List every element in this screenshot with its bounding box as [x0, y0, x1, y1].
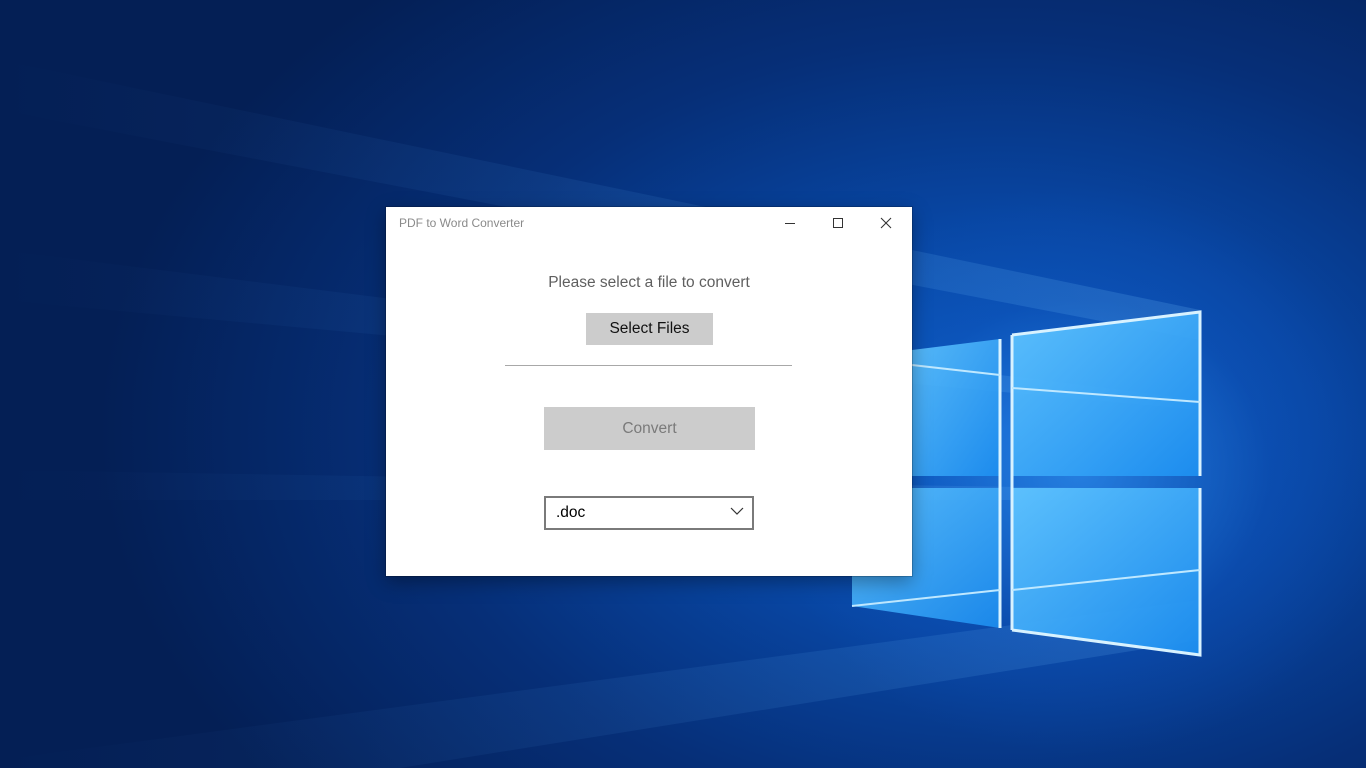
title-bar[interactable]: PDF to Word Converter — [386, 207, 912, 239]
convert-button[interactable]: Convert — [544, 407, 755, 450]
minimize-icon — [785, 223, 795, 224]
chevron-down-icon — [730, 507, 744, 515]
format-selected-value: .doc — [556, 504, 586, 521]
instruction-text: Please select a file to convert — [548, 274, 750, 291]
window-title: PDF to Word Converter — [399, 216, 525, 230]
app-window: PDF to Word Converter Please select a fi… — [386, 207, 912, 576]
divider — [505, 365, 792, 366]
close-button[interactable] — [863, 207, 909, 239]
maximize-button[interactable] — [815, 207, 861, 239]
select-files-button[interactable]: Select Files — [586, 313, 713, 345]
close-icon — [880, 217, 892, 229]
minimize-button[interactable] — [767, 207, 813, 239]
maximize-icon — [833, 218, 843, 228]
format-dropdown[interactable]: .doc — [544, 496, 754, 530]
